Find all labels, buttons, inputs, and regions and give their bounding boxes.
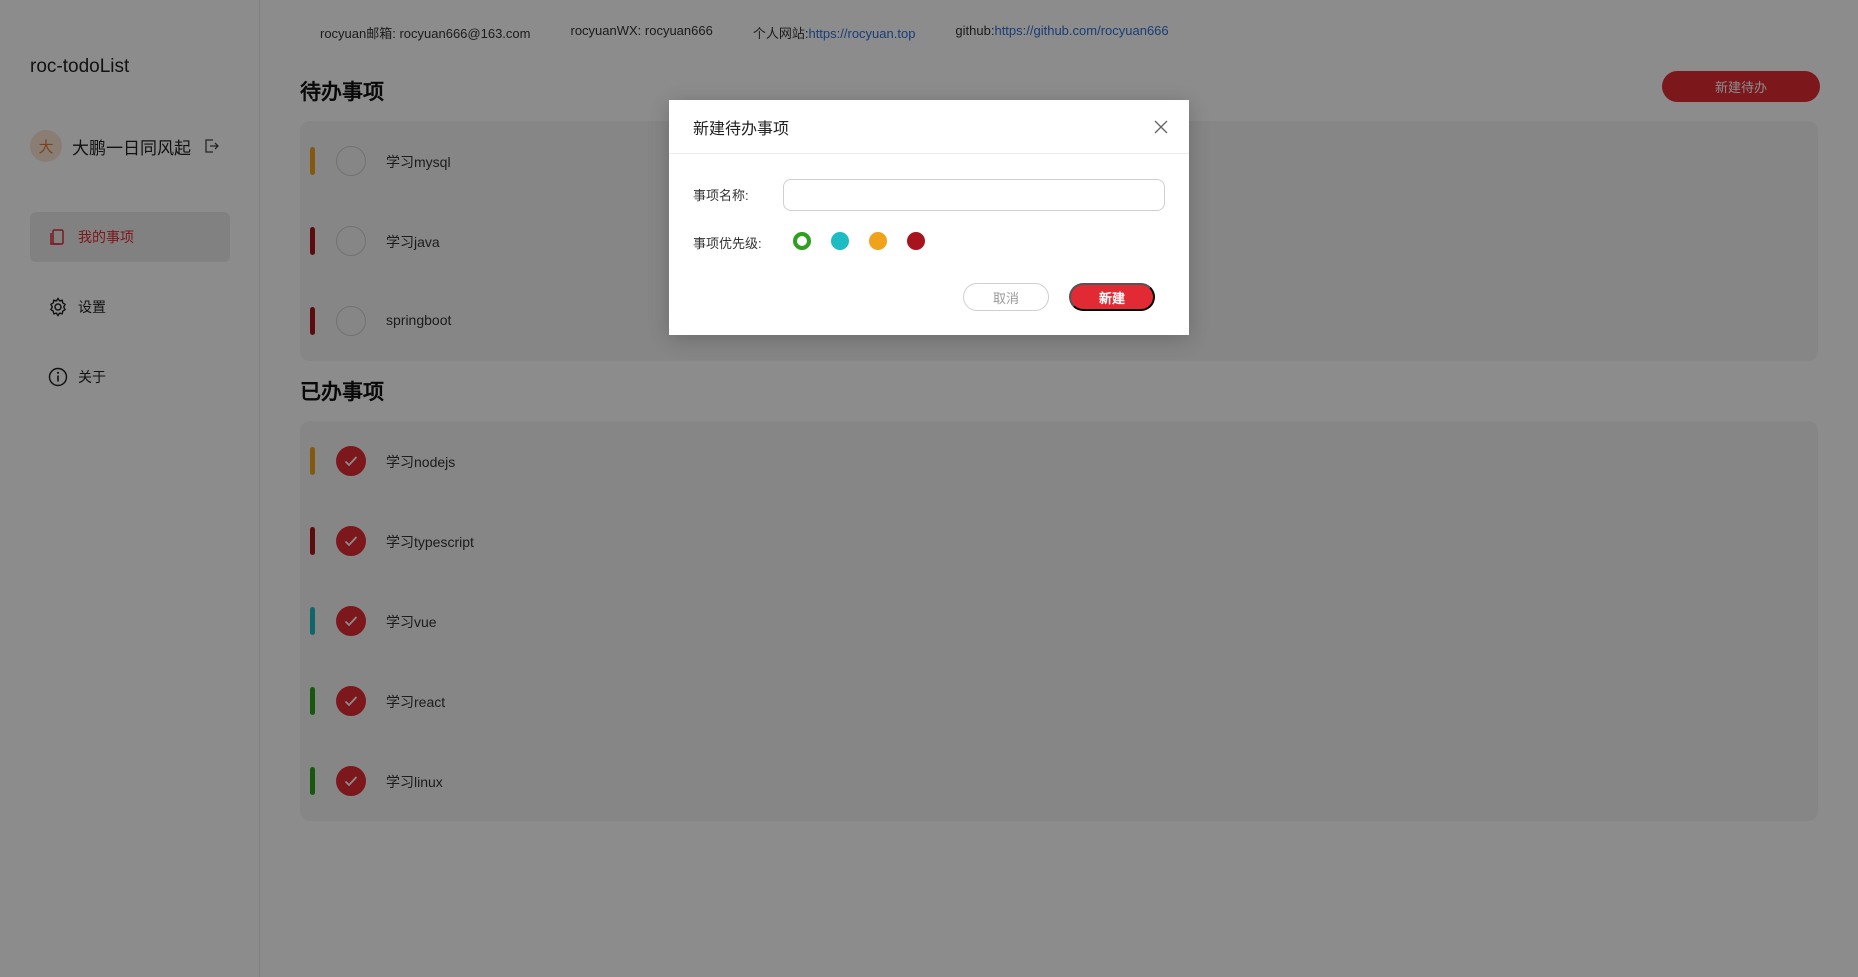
- dialog-title: 新建待办事项: [693, 120, 790, 138]
- name-label: 事项名称:: [693, 188, 749, 203]
- cancel-button[interactable]: 取消: [963, 283, 1049, 311]
- priority-radio-red[interactable]: [907, 232, 925, 250]
- priority-label: 事项优先级:: [693, 236, 762, 251]
- create-button[interactable]: 新建: [1069, 283, 1155, 311]
- priority-radio-green[interactable]: [793, 232, 811, 250]
- priority-row: 事项优先级:: [693, 233, 762, 252]
- name-row: 事项名称:: [693, 185, 749, 204]
- close-icon[interactable]: [1151, 117, 1171, 137]
- dialog-header: 新建待办事项: [669, 100, 1189, 154]
- priority-options: [793, 232, 925, 250]
- priority-radio-orange[interactable]: [869, 232, 887, 250]
- todo-name-input[interactable]: [783, 179, 1165, 211]
- priority-radio-cyan[interactable]: [831, 232, 849, 250]
- new-todo-dialog: 新建待办事项 事项名称: 事项优先级: 取消 新建: [669, 100, 1189, 335]
